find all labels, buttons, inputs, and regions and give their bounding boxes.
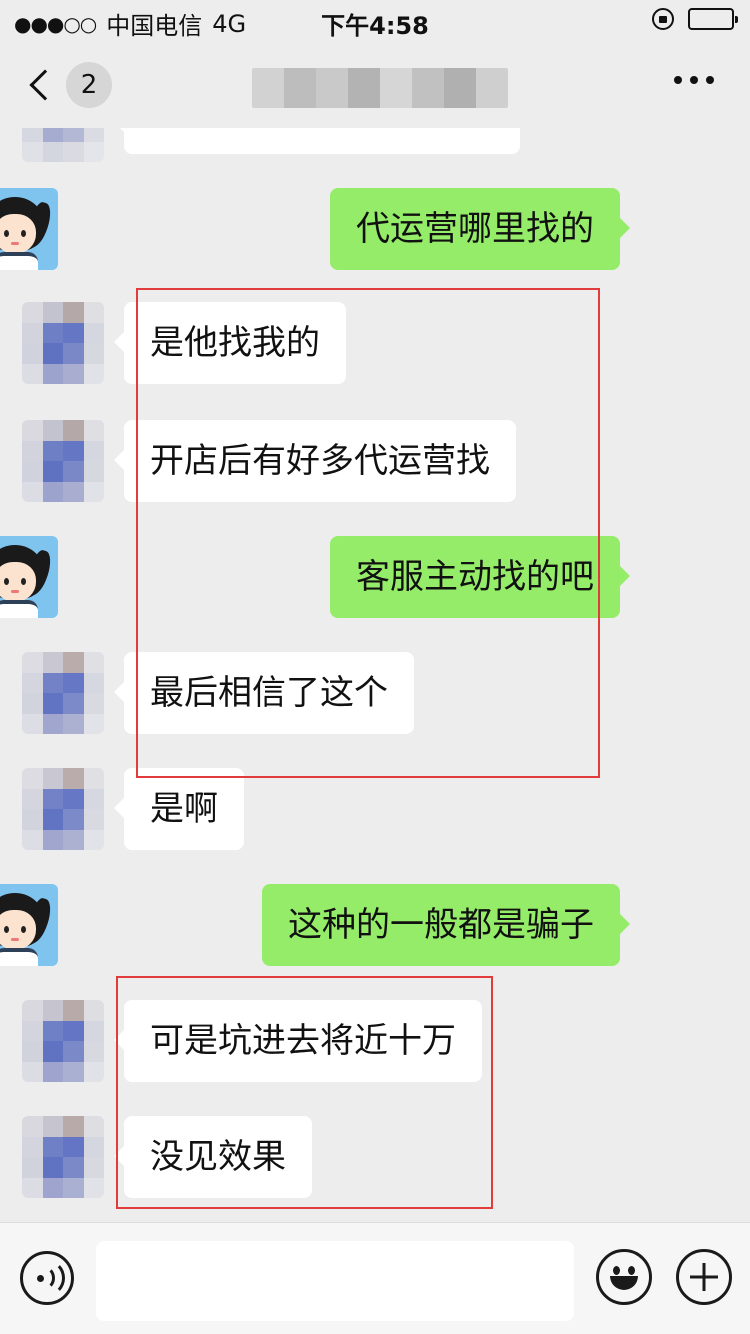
my-avatar[interactable] — [0, 536, 58, 618]
message-bubble-incoming[interactable]: 可是坑进去将近十万 — [114, 1000, 482, 1082]
message-bubble-incoming[interactable]: 开店后有好多代运营找 — [114, 420, 516, 502]
chevron-left-icon — [29, 69, 61, 101]
contact-avatar[interactable] — [22, 1116, 104, 1198]
message-bubble-incoming[interactable]: 是他找我的 — [114, 302, 346, 384]
message-row: 可是坑进去将近十万 — [0, 1000, 750, 1082]
nav-bar: 2 — [0, 40, 750, 128]
emoji-button[interactable] — [596, 1249, 652, 1305]
message-row: 是啊 — [0, 768, 750, 850]
message-row: 没见效果 — [0, 1116, 750, 1198]
message-bubble-outgoing[interactable]: 代运营哪里找的 — [330, 188, 630, 270]
message-row: 开店后有好多代运营找 — [0, 420, 750, 502]
message-bubble-incoming[interactable]: 是啊 — [114, 768, 244, 850]
chat-area[interactable]: 代运营哪里找的 是他找我的 开店后有好多代运营找 客服主动找的吧 最后相信了这个… — [0, 0, 750, 1222]
my-avatar[interactable] — [0, 884, 58, 966]
plus-button[interactable] — [676, 1249, 732, 1305]
contact-avatar[interactable] — [22, 302, 104, 384]
contact-avatar[interactable] — [22, 1000, 104, 1082]
back-button[interactable]: 2 — [22, 62, 112, 108]
contact-avatar[interactable] — [22, 652, 104, 734]
message-bubble-incoming[interactable]: 没见效果 — [114, 1116, 312, 1198]
unread-count-badge: 2 — [66, 62, 112, 108]
emoji-icon — [613, 1266, 620, 1275]
more-icon[interactable] — [674, 76, 714, 84]
input-bar — [0, 1222, 750, 1334]
message-bubble-outgoing[interactable]: 客服主动找的吧 — [330, 536, 630, 618]
message-row: 这种的一般都是骗子 — [0, 884, 750, 966]
message-bubble-outgoing[interactable]: 这种的一般都是骗子 — [262, 884, 630, 966]
my-avatar[interactable] — [0, 188, 58, 270]
message-input[interactable] — [96, 1241, 574, 1321]
message-row: 客服主动找的吧 — [0, 536, 750, 618]
contact-avatar[interactable] — [22, 420, 104, 502]
voice-input-button[interactable] — [20, 1251, 74, 1305]
message-row: 是他找我的 — [0, 302, 750, 384]
contact-avatar[interactable] — [22, 768, 104, 850]
chat-title-blurred — [252, 68, 508, 108]
message-row: 代运营哪里找的 — [0, 188, 750, 270]
message-bubble-incoming[interactable]: 最后相信了这个 — [114, 652, 414, 734]
message-row: 最后相信了这个 — [0, 652, 750, 734]
